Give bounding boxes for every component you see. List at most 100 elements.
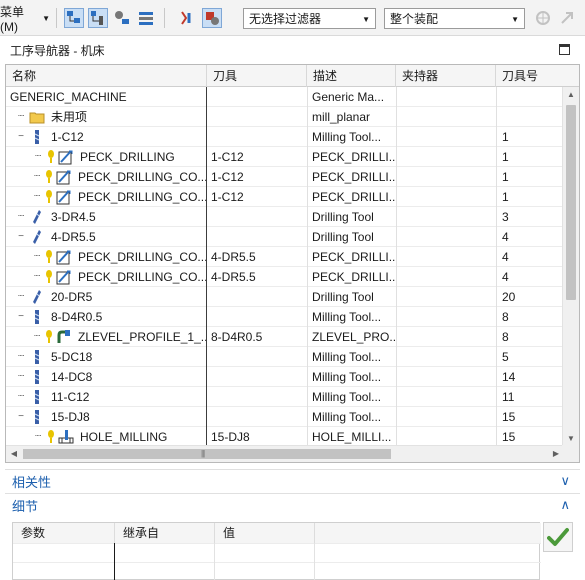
- tree-cell-description: PECK_DRILLI...: [307, 187, 396, 207]
- tree-cell-tool-number: 4: [496, 267, 564, 287]
- menu-label: 菜单(M): [0, 4, 25, 34]
- tree-connector: ┈: [34, 171, 41, 182]
- tree-cell-tool: [206, 287, 306, 307]
- drilling-op-icon: [56, 249, 72, 265]
- dependencies-section[interactable]: 相关性 ∨: [5, 469, 580, 493]
- collapse-toggle-icon[interactable]: −: [17, 407, 25, 427]
- assembly-scope-select[interactable]: 整个装配 ▼: [384, 8, 525, 29]
- collapse-toggle-icon[interactable]: −: [17, 127, 25, 147]
- tree-row[interactable]: − 4-DR5.5 Drilling Tool 4: [6, 227, 564, 247]
- tree-connector: ┈: [17, 291, 25, 302]
- checkmark-icon: [547, 528, 569, 546]
- tree-row[interactable]: − 1-C12 Milling Tool... 1: [6, 127, 564, 147]
- tree-row[interactable]: ┈ 14-DC8 Milling Tool... 14: [6, 367, 564, 387]
- details-section[interactable]: 细节 ∧: [5, 493, 580, 517]
- tree-cell-holder: [396, 227, 496, 247]
- tree-row[interactable]: ┈ PECK_DRILLING_CO... 4-DR5.5 PECK_DRILLI..…: [6, 267, 564, 287]
- tree-cell-holder: [396, 147, 496, 167]
- horizontal-scrollbar[interactable]: ◀ ||| ▶: [6, 445, 564, 462]
- tree-connector: ┈: [34, 431, 42, 442]
- warning-icon: [46, 429, 56, 445]
- scroll-up-icon[interactable]: ▲: [563, 87, 579, 103]
- tree-cell-tool-number: 8: [496, 327, 564, 347]
- tree-row[interactable]: GENERIC_MACHINE Generic Ma...: [6, 87, 564, 107]
- selection-filter-select[interactable]: 无选择过滤器 ▼: [243, 8, 376, 29]
- tree-row[interactable]: ┈ 20-DR5 Drilling Tool 20: [6, 287, 564, 307]
- tree-row-label: PECK_DRILLING_CO...: [78, 270, 206, 284]
- tree-cell-tool: 4-DR5.5: [206, 247, 306, 267]
- chevron-up-icon[interactable]: ∧: [560, 497, 570, 513]
- tree-row[interactable]: ┈ PECK_DRILLING_CO... 4-DR5.5 PECK_DRILLI..…: [6, 247, 564, 267]
- drill-tool-icon: [29, 229, 45, 245]
- scroll-thumb[interactable]: [566, 105, 576, 300]
- tree-cell-name: − 4-DR5.5: [6, 227, 206, 247]
- details-column-inherited-from[interactable]: 继承自: [115, 523, 215, 543]
- column-header-name[interactable]: 名称: [6, 65, 207, 87]
- tree-connector: ┈: [17, 371, 25, 382]
- details-column-parameter[interactable]: 参数: [13, 523, 115, 543]
- arrow-icon[interactable]: [557, 8, 577, 28]
- tree-cell-name: GENERIC_MACHINE: [6, 87, 206, 107]
- drilling-op-icon: [58, 149, 74, 165]
- tree-cell-tool-number: 3: [496, 207, 564, 227]
- warning-icon: [44, 169, 54, 185]
- tree-cell-description: Milling Tool...: [307, 127, 396, 147]
- tree-row[interactable]: ┈ 5-DC18 Milling Tool... 5: [6, 347, 564, 367]
- tree-cell-description: PECK_DRILLI...: [307, 247, 396, 267]
- collapse-toggle-icon[interactable]: −: [17, 227, 25, 247]
- selection-filter-value: 无选择过滤器: [249, 12, 322, 26]
- chevron-down-icon[interactable]: ∨: [560, 473, 570, 489]
- apply-check-button[interactable]: [543, 522, 573, 552]
- column-header-holder[interactable]: 夹持器: [396, 65, 496, 87]
- column-header-description[interactable]: 描述: [307, 65, 396, 87]
- assembly-scope-value: 整个装配: [390, 12, 439, 26]
- find-icon[interactable]: [178, 8, 198, 28]
- tree-row-label: GENERIC_MACHINE: [10, 90, 127, 104]
- tree-cell-name: ┈ 20-DR5: [6, 287, 206, 307]
- tree-cell-description: Milling Tool...: [307, 367, 396, 387]
- tree-cell-description: Drilling Tool: [307, 207, 396, 227]
- tree-row[interactable]: − 8-D4R0.5 Milling Tool... 8: [6, 307, 564, 327]
- maximize-icon[interactable]: [559, 44, 570, 55]
- tree-row[interactable]: ┈ PECK_DRILLING 1-C12 PECK_DRILLI... 1: [6, 147, 564, 167]
- geometry-view-icon[interactable]: [112, 8, 132, 28]
- tree-connector: ┈: [17, 111, 25, 122]
- mill-tool-icon: [29, 409, 45, 425]
- tree-row-label: PECK_DRILLING: [80, 150, 175, 164]
- column-header-tool-number[interactable]: 刀具号: [496, 65, 579, 87]
- tree-cell-tool: 1-C12: [206, 187, 306, 207]
- tree-cell-description: ZLEVEL_PRO...: [307, 327, 396, 347]
- tree-connector: ┈: [17, 391, 25, 402]
- tree-row-label: 3-DR4.5: [51, 210, 96, 224]
- divider: [214, 543, 215, 580]
- tree-cell-holder: [396, 167, 496, 187]
- details-column-value[interactable]: 值: [215, 523, 315, 543]
- scroll-thumb[interactable]: [23, 449, 391, 459]
- warning-icon: [44, 269, 54, 285]
- program-order-view-icon[interactable]: [64, 8, 84, 28]
- machine-tool-view-icon[interactable]: [88, 8, 108, 28]
- tree-cell-description: Milling Tool...: [307, 347, 396, 367]
- tree-row[interactable]: ┈ PECK_DRILLING_CO... 1-C12 PECK_DRILLI... 1: [6, 167, 564, 187]
- collapse-toggle-icon[interactable]: −: [17, 307, 25, 327]
- tree-row-label: PECK_DRILLING_CO...: [78, 250, 206, 264]
- tree-row[interactable]: ┈ HOLE_MILLING 15-DJ8 HOLE_MILLI... 15: [6, 427, 564, 447]
- tree-header: 名称 刀具 描述 夹持器 刀具号: [6, 65, 579, 87]
- tree-row[interactable]: ┈ ZLEVEL_PROFILE_1_... 8-D4R0.5 ZLEVEL_PRO.…: [6, 327, 564, 347]
- tree-cell-holder: [396, 87, 496, 107]
- tree-row-label: ZLEVEL_PROFILE_1_...: [78, 330, 206, 344]
- snap-icon[interactable]: [533, 8, 553, 28]
- tree-cell-tool: [206, 347, 306, 367]
- menu-button[interactable]: 菜单(M) ▼: [0, 5, 50, 34]
- tree-row[interactable]: ┈ 3-DR4.5 Drilling Tool 3: [6, 207, 564, 227]
- vertical-scrollbar[interactable]: ▲ ▼: [562, 87, 579, 447]
- tree-row[interactable]: ┈ PECK_DRILLING_CO... 1-C12 PECK_DRILLI... 1: [6, 187, 564, 207]
- tree-row[interactable]: ┈ 11-C12 Milling Tool... 11: [6, 387, 564, 407]
- method-view-icon[interactable]: [136, 8, 156, 28]
- tree-row[interactable]: ┈ 未用项 mill_planar: [6, 107, 564, 127]
- divider: [114, 543, 115, 580]
- selected-filter-icon[interactable]: [202, 8, 222, 28]
- column-header-tool[interactable]: 刀具: [207, 65, 307, 87]
- scroll-left-icon[interactable]: ◀: [6, 446, 22, 462]
- tree-row[interactable]: − 15-DJ8 Milling Tool... 15: [6, 407, 564, 427]
